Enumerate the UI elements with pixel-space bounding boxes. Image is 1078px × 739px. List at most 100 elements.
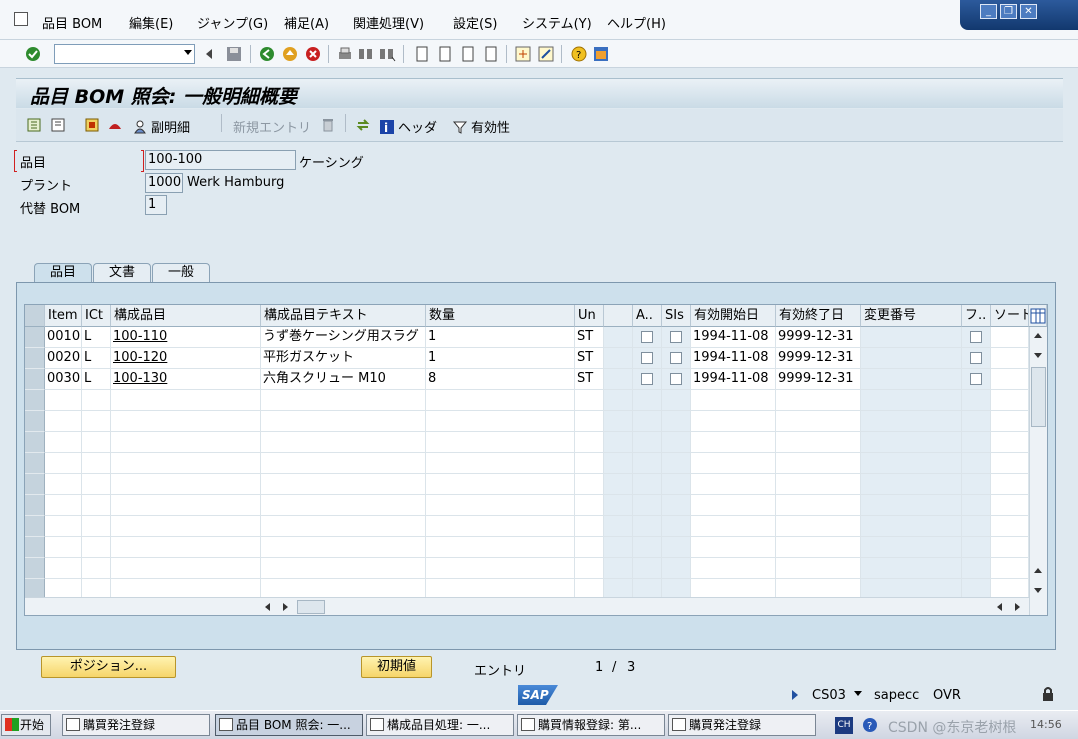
collapse-icon[interactable] — [50, 117, 66, 133]
command-field[interactable] — [54, 44, 195, 64]
tab-material[interactable]: 品目 — [34, 263, 92, 284]
h-scroll-thumb[interactable] — [297, 600, 325, 614]
row-checkbox[interactable] — [641, 352, 653, 364]
task-purchase-info[interactable]: 購買情報登録: 第... — [517, 714, 665, 736]
validity-button[interactable]: 有効性 — [452, 117, 510, 136]
scroll-right-icon[interactable] — [283, 603, 288, 611]
plant-field[interactable]: 1000 — [145, 173, 183, 193]
first-page-icon[interactable] — [413, 45, 431, 63]
restore-icon[interactable]: ❐ — [1000, 4, 1017, 19]
row-checkbox[interactable] — [641, 373, 653, 385]
create-session-icon[interactable] — [514, 45, 532, 63]
row-selector[interactable] — [25, 348, 45, 369]
row-selector[interactable] — [25, 432, 45, 453]
sub-item-button[interactable]: 副明細 — [132, 117, 190, 136]
help-circle-icon[interactable]: ? — [862, 717, 878, 733]
row-selector[interactable] — [25, 516, 45, 537]
next-page-icon[interactable] — [459, 45, 477, 63]
find-icon[interactable] — [357, 45, 375, 63]
tab-general[interactable]: 一般 — [152, 263, 210, 283]
scroll-page-up-icon[interactable] — [1034, 568, 1042, 573]
scroll-thumb[interactable] — [1031, 367, 1046, 427]
alt-bom-field[interactable]: 1 — [145, 195, 167, 215]
delete-icon[interactable] — [320, 117, 336, 133]
col-header-unit[interactable]: Un — [575, 305, 604, 327]
component-link[interactable]: 100-130 — [111, 369, 261, 390]
scroll-down-icon[interactable] — [1034, 353, 1042, 358]
refresh-icon[interactable] — [355, 117, 371, 133]
expand-icon[interactable] — [26, 117, 42, 133]
scroll-right-icon[interactable] — [1015, 603, 1020, 611]
menu-item-settings[interactable]: 設定(S) — [453, 13, 497, 32]
back-icon[interactable] — [258, 45, 276, 63]
col-header-change-number[interactable]: 変更番号 — [861, 305, 962, 327]
col-header-a[interactable]: A.. — [633, 305, 662, 327]
row-checkbox[interactable] — [670, 352, 682, 364]
task-purchase-order-2[interactable]: 購買発注登録 — [668, 714, 816, 736]
close-icon[interactable]: ✕ — [1020, 4, 1037, 19]
menu-item-bom[interactable]: 品目 BOM — [42, 13, 102, 32]
row-selector[interactable] — [25, 369, 45, 390]
previous-page-icon[interactable] — [436, 45, 454, 63]
chevron-down-icon[interactable] — [184, 50, 192, 55]
row-checkbox[interactable] — [670, 331, 682, 343]
row-checkbox[interactable] — [970, 331, 982, 343]
help-icon[interactable]: ? — [570, 45, 588, 63]
scroll-page-down-icon[interactable] — [1034, 588, 1042, 593]
print-icon[interactable] — [336, 45, 354, 63]
cancel-icon[interactable] — [304, 45, 322, 63]
col-header-blank[interactable] — [604, 305, 633, 327]
col-header-component-text[interactable]: 構成品目テキスト — [261, 305, 426, 327]
row-checkbox[interactable] — [670, 373, 682, 385]
col-header-quantity[interactable]: 数量 — [426, 305, 575, 327]
minimize-icon[interactable]: _ — [980, 4, 997, 19]
column-config-icon[interactable] — [1029, 305, 1047, 327]
chevron-down-icon[interactable] — [854, 691, 862, 696]
col-header-ict[interactable]: ICt — [82, 305, 111, 327]
find-next-icon[interactable] — [378, 45, 396, 63]
task-bom-display[interactable]: 品目 BOM 照会: 一... — [215, 714, 363, 736]
initial-values-button[interactable]: 初期値 — [361, 656, 432, 678]
task-component-processing[interactable]: 構成品目処理: 一... — [366, 714, 514, 736]
menu-item-system[interactable]: システム(Y) — [522, 13, 592, 32]
status-expand-icon[interactable] — [792, 690, 798, 700]
col-header-item[interactable]: Item — [45, 305, 82, 327]
shortcut-icon[interactable] — [537, 45, 555, 63]
start-button[interactable]: 开始 — [1, 714, 51, 736]
task-purchase-order-1[interactable]: 購買発注登録 — [62, 714, 210, 736]
position-button[interactable]: ポジション... — [41, 656, 176, 678]
row-selector[interactable] — [25, 474, 45, 495]
row-checkbox[interactable] — [641, 331, 653, 343]
material-field[interactable]: 100-100 — [145, 150, 296, 170]
col-header-sort[interactable]: ソート... — [991, 305, 1029, 327]
col-header-component[interactable]: 構成品目 — [111, 305, 261, 327]
col-header-sis[interactable]: SIs — [662, 305, 691, 327]
tab-documents[interactable]: 文書 — [93, 263, 151, 283]
scroll-up-icon[interactable] — [1034, 333, 1042, 338]
row-selector[interactable] — [25, 411, 45, 432]
exit-icon[interactable] — [281, 45, 299, 63]
menu-item-environment[interactable]: 関連処理(V) — [353, 13, 424, 32]
row-checkbox[interactable] — [970, 352, 982, 364]
detail-icon[interactable] — [84, 117, 100, 133]
menu-item-edit[interactable]: 編集(E) — [129, 13, 173, 32]
menu-item-help[interactable]: ヘルプ(H) — [607, 13, 666, 32]
row-checkbox[interactable] — [970, 373, 982, 385]
col-header-valid-to[interactable]: 有効終了日 — [776, 305, 861, 327]
row-selector[interactable] — [25, 495, 45, 516]
sap-menu-icon[interactable] — [14, 12, 28, 26]
customize-layout-icon[interactable] — [592, 45, 610, 63]
ime-indicator[interactable]: CH — [835, 717, 853, 734]
row-selector[interactable] — [25, 558, 45, 579]
enter-check-icon[interactable] — [24, 45, 42, 63]
scroll-left-icon[interactable] — [265, 603, 270, 611]
col-header-valid-from[interactable]: 有効開始日 — [691, 305, 776, 327]
save-icon[interactable] — [225, 45, 243, 63]
select-all-cell[interactable] — [25, 305, 45, 327]
header-button[interactable]: i ヘッダ — [379, 117, 437, 136]
component-link[interactable]: 100-120 — [111, 348, 261, 369]
menu-item-extras[interactable]: 補足(A) — [284, 13, 329, 32]
back-arrow-icon[interactable] — [206, 49, 212, 59]
row-selector[interactable] — [25, 537, 45, 558]
vertical-scrollbar[interactable] — [1029, 327, 1047, 615]
